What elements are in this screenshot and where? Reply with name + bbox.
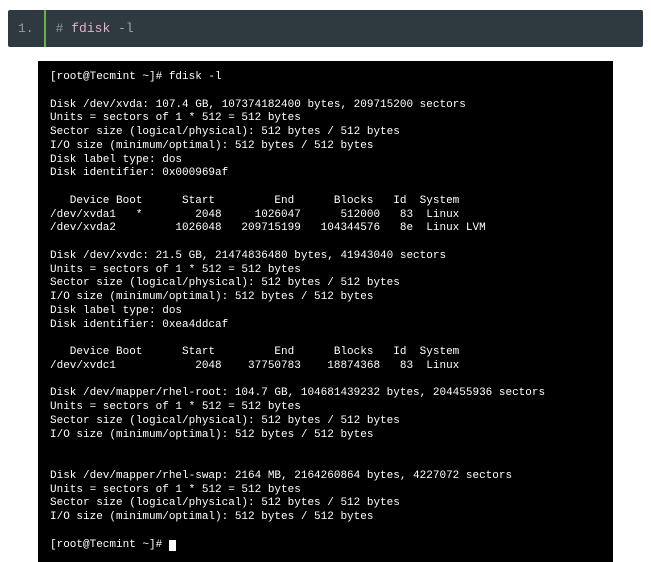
prompt-line: [root@Tecmint ~]# [50,539,169,551]
cursor-icon [169,540,176,551]
partition-table-header: Device Boot Start End Blocks Id System [50,195,459,207]
disk-units: Units = sectors of 1 * 512 = 512 bytes [50,112,301,124]
disk-header: Disk /dev/xvda: 107.4 GB, 107374182400 b… [50,99,466,111]
io-size: I/O size (minimum/optimal): 512 bytes / … [50,511,373,523]
disk-identifier: Disk identifier: 0x000969af [50,167,228,179]
disk-units: Units = sectors of 1 * 512 = 512 bytes [50,401,301,413]
sector-size: Sector size (logical/physical): 512 byte… [50,415,400,427]
partition-row: /dev/xvdc1 2048 37750783 18874368 83 Lin… [50,360,459,372]
disk-identifier: Disk identifier: 0xea4ddcaf [50,319,228,331]
disk-header: Disk /dev/mapper/rhel-swap: 2164 MB, 216… [50,470,512,482]
io-size: I/O size (minimum/optimal): 512 bytes / … [50,429,373,441]
disk-label-type: Disk label type: dos [50,154,182,166]
partition-row: /dev/xvda1 * 2048 1026047 512000 83 Linu… [50,209,459,221]
prompt-line: [root@Tecmint ~]# fdisk -l [50,71,222,83]
command-flag: -l [118,21,134,36]
sector-size: Sector size (logical/physical): 512 byte… [50,126,400,138]
disk-header: Disk /dev/mapper/rhel-root: 104.7 GB, 10… [50,387,545,399]
code-block: 1. # fdisk -l [8,10,643,47]
io-size: I/O size (minimum/optimal): 512 bytes / … [50,291,373,303]
partition-table-header: Device Boot Start End Blocks Id System [50,346,459,358]
command-name: fdisk [71,21,110,36]
disk-units: Units = sectors of 1 * 512 = 512 bytes [50,264,301,276]
line-number: 1. [8,10,46,47]
code-content: # fdisk -l [46,10,144,47]
terminal-output: [root@Tecmint ~]# fdisk -l Disk /dev/xvd… [38,61,613,562]
terminal-container: [root@Tecmint ~]# fdisk -l Disk /dev/xvd… [8,61,643,562]
disk-header: Disk /dev/xvdc: 21.5 GB, 21474836480 byt… [50,250,446,262]
partition-row: /dev/xvda2 1026048 209715199 104344576 8… [50,222,486,234]
disk-label-type: Disk label type: dos [50,305,182,317]
io-size: I/O size (minimum/optimal): 512 bytes / … [50,140,373,152]
sector-size: Sector size (logical/physical): 512 byte… [50,497,400,509]
disk-units: Units = sectors of 1 * 512 = 512 bytes [50,484,301,496]
sector-size: Sector size (logical/physical): 512 byte… [50,277,400,289]
hash-symbol: # [56,21,64,36]
